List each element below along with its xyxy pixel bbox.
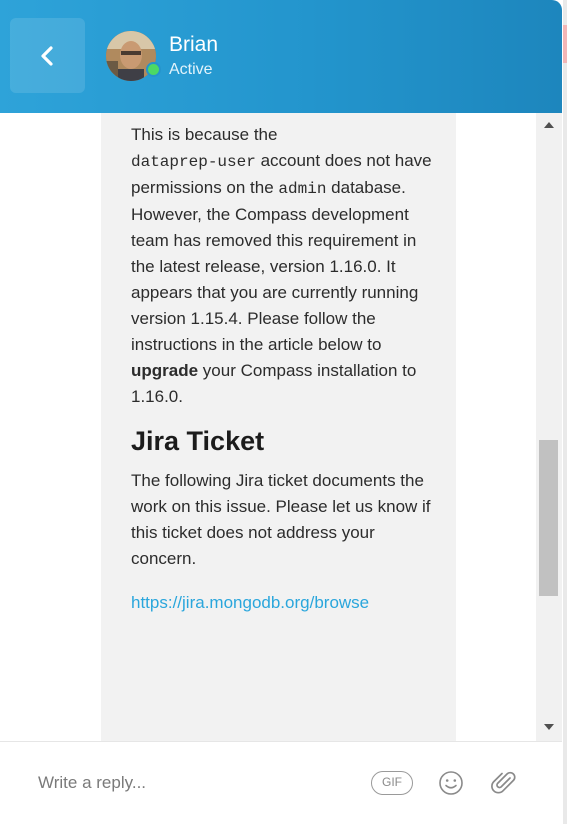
smiley-icon: [439, 771, 463, 795]
message-text: This is because the: [131, 125, 278, 144]
reply-input[interactable]: [38, 770, 338, 796]
inline-code: admin: [278, 180, 327, 198]
page-edge-accent: [563, 25, 567, 63]
scroll-up-arrow-icon[interactable]: [544, 122, 554, 128]
jira-link[interactable]: https://jira.mongodb.org/browse: [131, 590, 436, 616]
agent-status: Active: [169, 61, 213, 78]
message-text: database. However, the Compass developme…: [131, 178, 419, 354]
page-edge: [563, 0, 567, 824]
section-heading: Jira Ticket: [131, 426, 265, 456]
conversation-header: Brian Active: [0, 0, 562, 113]
bold-text: upgrade: [131, 361, 199, 380]
agent-name: Brian: [169, 33, 219, 56]
message-bubble: This is because the dataprep-user accoun…: [101, 113, 456, 741]
gif-button[interactable]: GIF: [371, 771, 413, 795]
scrollbar[interactable]: [536, 113, 562, 741]
message-paragraph: The following Jira ticket documents the …: [131, 471, 431, 568]
scroll-down-arrow-icon[interactable]: [544, 724, 554, 730]
emoji-button[interactable]: [438, 770, 464, 801]
chat-window: Brian Active This is because the datapre…: [0, 0, 567, 824]
message-body: This is because the dataprep-user accoun…: [131, 122, 436, 616]
inline-code: dataprep-user: [131, 153, 256, 171]
message-paragraph: This is because the dataprep-user accoun…: [131, 122, 436, 410]
paperclip-icon: [491, 771, 516, 794]
message-list[interactable]: This is because the dataprep-user accoun…: [0, 113, 562, 741]
reply-composer: GIF: [0, 741, 562, 824]
presence-indicator: [146, 62, 161, 77]
attach-button[interactable]: [490, 769, 518, 802]
messenger-panel: Brian Active This is because the datapre…: [0, 0, 562, 824]
scrollbar-thumb[interactable]: [539, 440, 558, 596]
chevron-left-icon: [41, 46, 53, 66]
back-button[interactable]: [10, 18, 85, 93]
